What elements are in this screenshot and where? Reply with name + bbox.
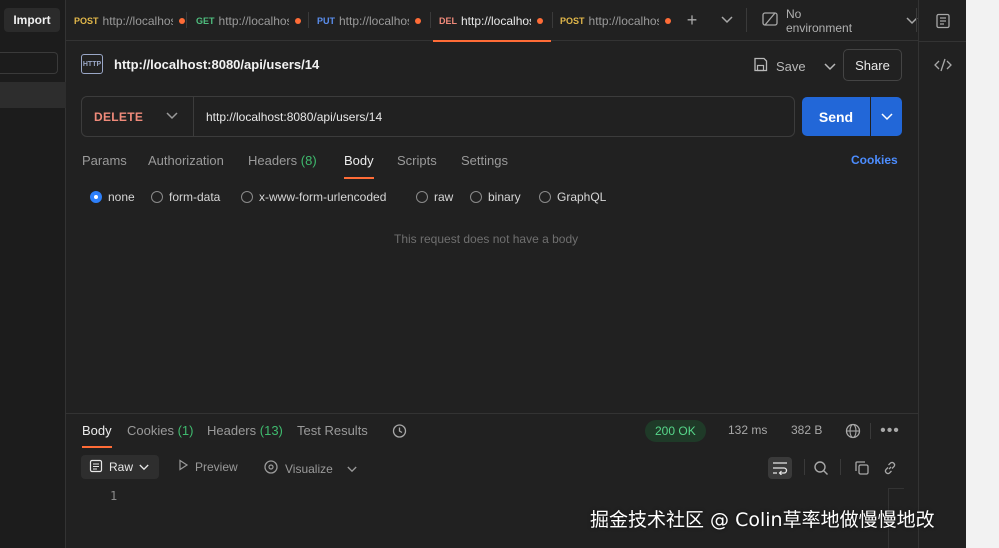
window-backdrop — [966, 0, 999, 548]
chevron-down-icon — [139, 460, 149, 474]
request-tab[interactable]: PUT http://localhost:8080/api/users/14 — [317, 0, 421, 41]
environment-quick-look-icon[interactable] — [934, 12, 952, 30]
tab-body[interactable]: Body — [344, 153, 374, 179]
visualize-icon — [263, 459, 279, 478]
response-tab-body[interactable]: Body — [82, 423, 112, 448]
status-badge[interactable]: 200 OK — [645, 420, 706, 442]
chevron-down-icon[interactable] — [720, 13, 734, 27]
response-tab-headers[interactable]: Headers (13) — [207, 423, 283, 438]
url-input[interactable]: http://localhost:8080/api/users/14 — [206, 110, 382, 124]
request-title[interactable]: http://localhost:8080/api/users/14 — [114, 57, 319, 72]
tab-headers[interactable]: Headers (8) — [248, 153, 317, 168]
unsaved-dot — [294, 17, 301, 24]
body-type-binary-radio[interactable]: binary — [470, 190, 521, 204]
body-type-urlencoded-radio[interactable]: x-www-form-urlencoded — [241, 190, 386, 204]
play-icon — [177, 459, 189, 474]
http-request-icon: HTTP — [81, 54, 103, 74]
watermark: 掘金技术社区 @ Colin草率地做慢慢地改 — [590, 509, 935, 531]
globe-icon[interactable] — [844, 422, 862, 440]
more-options-icon[interactable]: ••• — [880, 422, 900, 440]
save-button[interactable]: Save — [753, 57, 836, 75]
response-tab-test-results[interactable]: Test Results — [297, 423, 368, 438]
response-size[interactable]: 382 B — [791, 423, 822, 437]
unsaved-dot — [664, 17, 671, 24]
send-button[interactable]: Send — [802, 97, 870, 136]
request-tab[interactable]: GET http://localhost:8080/api/users — [196, 0, 301, 41]
chevron-down-icon[interactable] — [824, 59, 836, 74]
tab-params[interactable]: Params — [82, 153, 127, 168]
history-icon[interactable] — [390, 422, 408, 440]
request-tab[interactable]: POST http://localhost:8080/api/users — [560, 0, 671, 41]
empty-body-message: This request does not have a body — [394, 232, 579, 246]
wrap-lines-button[interactable] — [768, 457, 792, 479]
body-type-raw-radio[interactable]: raw — [416, 190, 453, 204]
preview-button[interactable]: Preview — [177, 459, 238, 474]
body-type-none-radio[interactable]: none — [90, 190, 135, 204]
right-sidebar — [918, 0, 967, 548]
headers-count: (8) — [300, 153, 317, 168]
save-icon — [753, 57, 768, 75]
chevron-down-icon[interactable] — [166, 108, 178, 123]
unsaved-dot — [178, 17, 185, 24]
unsaved-dot — [537, 17, 543, 24]
search-icon[interactable] — [811, 458, 831, 478]
sidebar-search-input[interactable] — [0, 52, 58, 74]
tab-authorization[interactable]: Authorization — [148, 153, 224, 168]
request-tab-active[interactable]: DEL http://localhost:8080/api/users/14 — [433, 0, 551, 42]
no-environment-icon — [762, 12, 778, 29]
body-type-form-data-radio[interactable]: form-data — [151, 190, 220, 204]
code-snippet-icon[interactable] — [933, 56, 953, 74]
new-tab-plus-icon[interactable]: + — [683, 10, 701, 30]
visualize-button[interactable]: Visualize — [263, 459, 357, 478]
share-button[interactable]: Share — [843, 49, 902, 81]
response-time[interactable]: 132 ms — [728, 423, 767, 437]
response-divider[interactable] — [66, 413, 918, 414]
environment-selector[interactable]: No environment — [762, 0, 918, 41]
copy-icon[interactable] — [852, 458, 872, 478]
request-tab-bar: POST http://localhost:8080/api/users GET… — [66, 0, 918, 42]
sidebar-selected-item[interactable] — [0, 82, 66, 108]
tab-scripts[interactable]: Scripts — [397, 153, 437, 168]
body-type-graphql-radio[interactable]: GraphQL — [539, 190, 606, 204]
chevron-down-icon — [347, 462, 357, 476]
format-select[interactable]: Raw — [81, 455, 159, 479]
method-select[interactable]: DELETE — [94, 110, 143, 124]
send-options-chevron-icon[interactable] — [871, 97, 902, 136]
response-tab-cookies[interactable]: Cookies (1) — [127, 423, 193, 438]
document-icon — [89, 459, 103, 476]
link-icon[interactable] — [880, 458, 900, 478]
line-number: 1 — [110, 489, 118, 503]
request-tab[interactable]: POST http://localhost:8080/api/users — [74, 0, 185, 41]
left-sidebar: Import — [0, 0, 66, 548]
import-button[interactable]: Import — [4, 8, 60, 32]
tab-settings[interactable]: Settings — [461, 153, 508, 168]
unsaved-dot — [415, 17, 421, 24]
cookies-link[interactable]: Cookies — [851, 153, 898, 167]
url-bar: DELETE http://localhost:8080/api/users/1… — [81, 96, 795, 137]
